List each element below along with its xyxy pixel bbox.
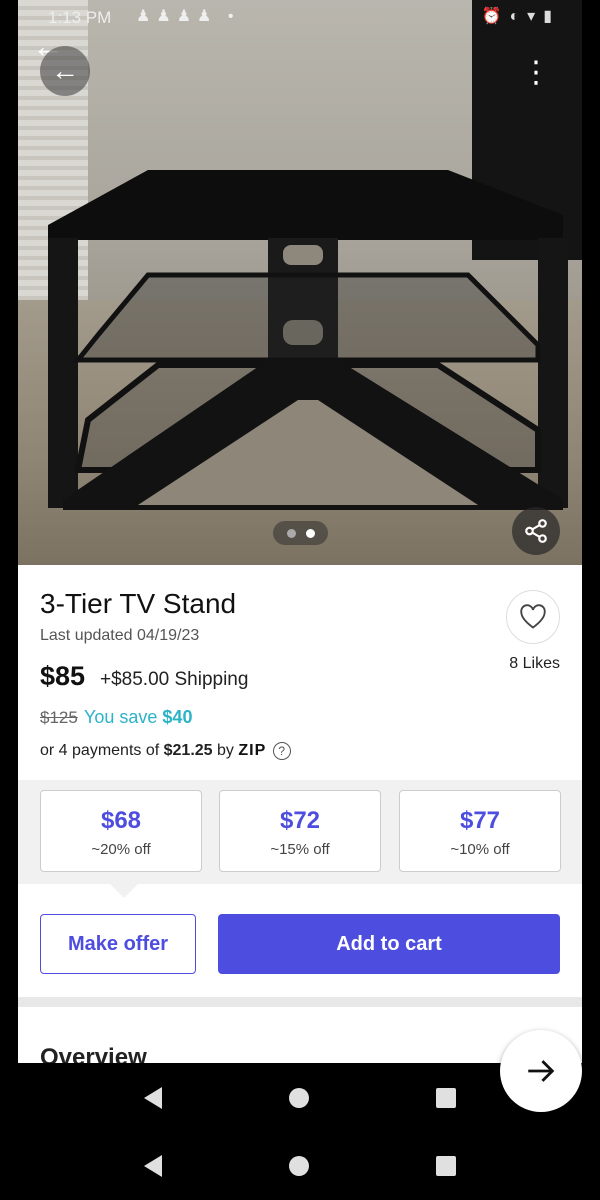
nav-home-icon[interactable] (288, 1088, 309, 1108)
heart-icon (520, 604, 546, 629)
tv-stand-illustration (48, 170, 568, 510)
nav-back-icon[interactable] (143, 1087, 162, 1109)
image-pager[interactable] (273, 521, 328, 545)
offer-discount: ~20% off (91, 841, 151, 858)
status-time: 1:13 PM (48, 8, 112, 27)
nav-recents-icon[interactable] (436, 1156, 457, 1176)
installment-amount: $21.25 (163, 742, 213, 760)
pager-dot[interactable] (286, 528, 296, 538)
shipping-cost: +$85.00 Shipping (100, 669, 249, 690)
offer-discount: ~10% off (450, 841, 510, 858)
arrow-left-icon: ← (51, 55, 79, 86)
help-icon[interactable]: ? (272, 742, 291, 760)
section-divider (18, 997, 582, 1007)
share-icon (525, 519, 547, 543)
status-bar: 1:13 PM ♟♟♟♟ • ⏰◐▾▮ (18, 0, 582, 36)
nav-back-icon[interactable] (143, 1155, 162, 1177)
original-price: $125 (40, 708, 78, 727)
savings-amount: $40 (162, 707, 193, 727)
installment-prefix: or 4 payments of (40, 742, 160, 760)
system-nav-bar (0, 1136, 600, 1196)
app-nav-bar (0, 1068, 600, 1128)
back-button[interactable]: ← (40, 46, 90, 96)
offer-amount: $68 (100, 807, 142, 834)
zip-logo: ZIP (238, 742, 267, 760)
share-button[interactable] (512, 507, 560, 555)
installment-info: or 4 payments of $21.25 by ZIP ? (40, 742, 291, 760)
offer-pointer (110, 884, 138, 898)
last-updated: Last updated 04/19/23 (40, 627, 200, 644)
installment-by: by (217, 742, 234, 760)
offer-option[interactable]: $77 ~10% off (399, 790, 561, 872)
likes-count: 8 Likes (509, 655, 560, 672)
product-title: 3-Tier TV Stand (40, 588, 237, 619)
more-options-icon[interactable]: ⋮ (518, 52, 554, 92)
offer-option[interactable]: $72 ~15% off (219, 790, 381, 872)
offer-amount: $72 (279, 807, 321, 834)
system-status-icons: ⏰◐▾▮ (481, 8, 560, 25)
nav-recents-icon[interactable] (436, 1088, 457, 1108)
offer-amount: $77 (459, 807, 501, 834)
notification-icons: ♟♟♟♟ • (136, 8, 240, 25)
product-photo[interactable]: 1:13 PM ♟♟♟♟ • ⏰◐▾▮ ← ← ⋮ (18, 0, 582, 565)
add-to-cart-button[interactable]: Add to cart (218, 914, 560, 974)
price: $85 (40, 661, 86, 691)
offer-option[interactable]: $68 ~20% off (40, 790, 202, 872)
make-offer-button[interactable]: Make offer (40, 914, 196, 974)
nav-home-icon[interactable] (288, 1156, 309, 1176)
like-button[interactable] (506, 590, 560, 644)
product-screen: 1:13 PM ♟♟♟♟ • ⏰◐▾▮ ← ← ⋮ 3-Tier TV Stan… (18, 0, 582, 1063)
savings-label: You save (84, 707, 158, 727)
offer-discount: ~15% off (270, 841, 330, 858)
savings: You save $40 (84, 707, 192, 728)
overview-heading: Overview (40, 1044, 147, 1063)
pager-dot-active[interactable] (305, 528, 315, 538)
